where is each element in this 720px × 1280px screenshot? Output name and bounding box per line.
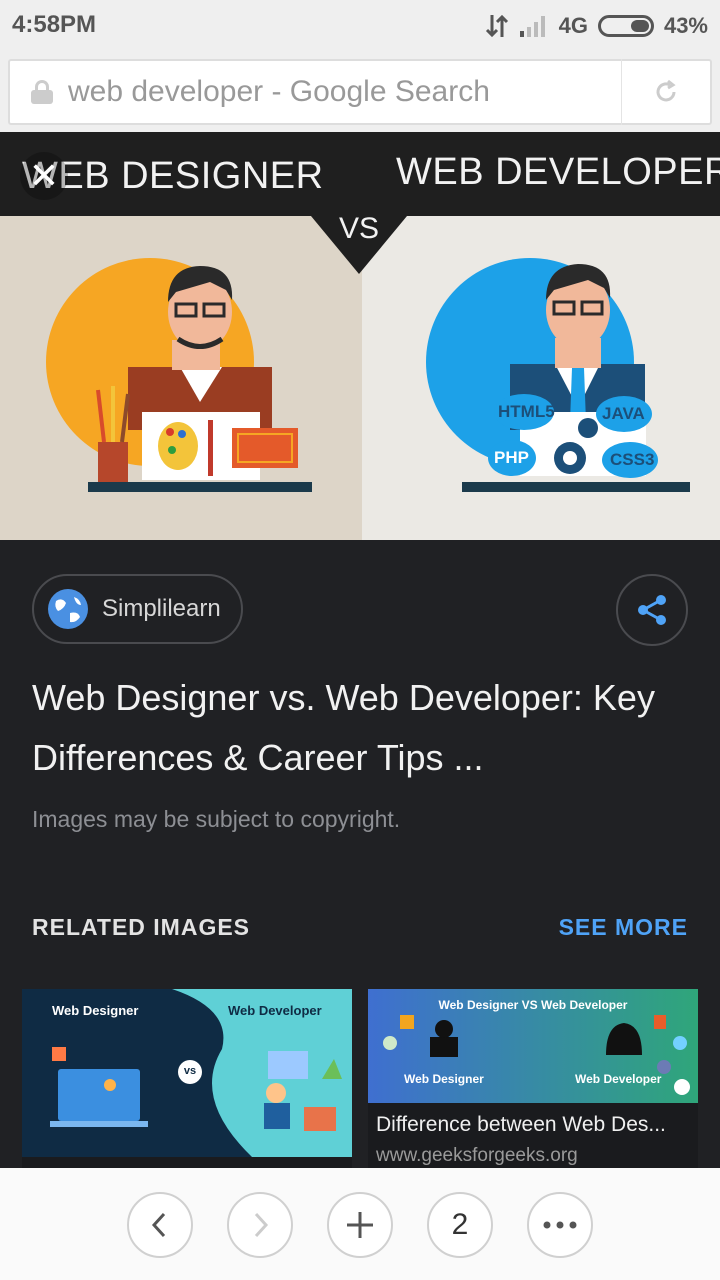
address-text[interactable]: web developer - Google Search: [68, 75, 621, 109]
tech-label-css3: CSS3: [610, 450, 655, 469]
source-row: Simplilearn: [32, 574, 243, 644]
battery-icon: [597, 15, 654, 37]
share-button[interactable]: [616, 574, 688, 646]
status-bar: 4:58PM 4G 43%: [0, 0, 720, 52]
related-image-2[interactable]: Web Designer VS Web Developer Web Design…: [368, 989, 698, 1169]
copyright-notice: Images may be subject to copyright.: [32, 806, 401, 832]
tab-count: 2: [451, 1208, 469, 1241]
address-bar-container: web developer - Google Search: [0, 52, 720, 132]
tech-label-php: PHP: [494, 448, 529, 467]
hero-image[interactable]: WEB DESIGNER WEB DEVELOPER VS HTML5 JAVA…: [0, 132, 720, 540]
thumb2-left-label: Web Designer: [404, 1072, 484, 1086]
close-icon[interactable]: ✕: [20, 152, 68, 200]
new-tab-button[interactable]: [327, 1192, 393, 1258]
result-title[interactable]: Web Designer vs. Web Developer: Key Diff…: [32, 668, 692, 788]
tech-label-java: JAVA: [602, 404, 645, 423]
bottom-nav: 2: [0, 1168, 720, 1280]
thumb2-banner: Web Designer VS Web Developer: [438, 998, 628, 1012]
related-images-heading: RELATED IMAGES: [32, 914, 251, 940]
network-type: 4G: [558, 13, 588, 38]
thumb2-caption: Difference between Web Des...: [376, 1113, 666, 1136]
chevron-left-icon: [151, 1212, 166, 1238]
battery-level: 43%: [663, 13, 708, 38]
globe-icon: [48, 589, 88, 629]
thumb2-site: www.geeksforgeeks.org: [376, 1145, 578, 1166]
hero-right-title: WEB DEVELOPER: [396, 151, 720, 193]
reload-icon[interactable]: [622, 59, 710, 125]
status-indicators: 4G 43%: [485, 12, 708, 40]
back-button[interactable]: [127, 1192, 193, 1258]
tab-count-button[interactable]: 2: [427, 1192, 493, 1258]
address-bar[interactable]: web developer - Google Search: [8, 59, 712, 125]
status-time: 4:58PM: [12, 11, 97, 38]
thumb1-left-label: Web Designer: [52, 1003, 139, 1018]
thumb2-right-label: Web Developer: [575, 1072, 662, 1086]
thumb1-vs-label: vs: [183, 1065, 197, 1077]
chevron-right-icon: [254, 1212, 269, 1238]
source-chip[interactable]: Simplilearn: [32, 574, 243, 644]
related-image-1[interactable]: Web Designer Web Developer vs: [22, 989, 352, 1169]
more-dots-icon: [543, 1221, 577, 1229]
data-transfer-icon: [485, 14, 508, 38]
see-more-link[interactable]: SEE MORE: [559, 914, 688, 941]
thumb1-right-label: Web Developer: [228, 1003, 322, 1018]
more-menu-button[interactable]: [527, 1192, 593, 1258]
lock-icon: [30, 80, 54, 104]
signal-icon: [519, 16, 545, 37]
hero-vs-label: VS: [338, 212, 380, 245]
share-icon: [638, 595, 666, 625]
tech-label-html5: HTML5: [498, 402, 555, 421]
plus-icon: [347, 1212, 373, 1238]
source-name: Simplilearn: [102, 595, 221, 622]
forward-button[interactable]: [227, 1192, 293, 1258]
